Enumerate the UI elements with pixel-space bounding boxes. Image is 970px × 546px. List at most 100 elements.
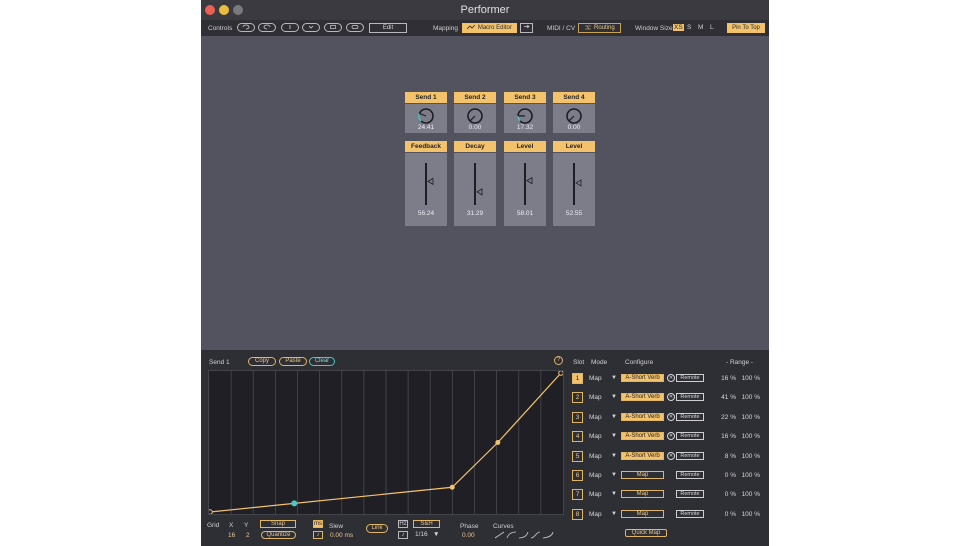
range-max[interactable]: 100 % bbox=[740, 491, 760, 498]
grid-y-value[interactable]: 2 bbox=[246, 532, 250, 539]
clear-button[interactable]: Clear bbox=[309, 357, 335, 366]
window-size-s[interactable]: S bbox=[687, 24, 691, 31]
quantize-button[interactable]: Quantize bbox=[261, 531, 296, 539]
slot-number[interactable]: 2 bbox=[572, 392, 583, 403]
slot-mode[interactable]: Map bbox=[589, 472, 602, 479]
linear-curve-icon[interactable] bbox=[494, 531, 505, 539]
send-4-knob[interactable]: 0.00 bbox=[553, 104, 595, 133]
curve-point-3[interactable] bbox=[449, 484, 455, 490]
slot-target-button[interactable]: A-Short Verb bbox=[621, 393, 664, 401]
dropdown-control-button[interactable] bbox=[302, 23, 320, 32]
slot-mode[interactable]: Map bbox=[589, 394, 602, 401]
note-rate-toggle[interactable]: ♪ bbox=[398, 531, 408, 539]
fader-4-slider[interactable]: 52.55 bbox=[553, 153, 595, 226]
slot-target-button[interactable]: A-Short Verb bbox=[621, 413, 664, 421]
chevron-down-icon[interactable]: ▼ bbox=[611, 414, 617, 420]
chevron-down-icon[interactable]: ▼ bbox=[611, 472, 617, 478]
paste-button[interactable]: Paste bbox=[279, 357, 307, 366]
routing-button[interactable]: Routing bbox=[578, 23, 621, 33]
remote-button[interactable]: Remote bbox=[676, 432, 704, 440]
fader-handle[interactable] bbox=[427, 177, 434, 186]
undo-control-button[interactable] bbox=[237, 23, 255, 32]
curve-point-1[interactable] bbox=[207, 509, 213, 515]
slot-mode[interactable]: Map bbox=[589, 414, 602, 421]
range-min[interactable]: 16 % bbox=[716, 375, 736, 382]
close-icon[interactable]: ✕ bbox=[667, 393, 675, 401]
slot-mode[interactable]: Map bbox=[589, 511, 602, 518]
phase-value[interactable]: 0.00 bbox=[462, 532, 475, 539]
fader-2-slider[interactable]: 31.29 bbox=[454, 153, 496, 226]
slot-mode[interactable]: Map bbox=[589, 453, 602, 460]
send-3-knob[interactable]: 17.32 bbox=[504, 104, 546, 133]
range-max[interactable]: 100 % bbox=[740, 375, 760, 382]
send-1-knob[interactable]: 24.41 bbox=[405, 104, 447, 133]
range-max[interactable]: 100 % bbox=[740, 472, 760, 479]
quick-map-button[interactable]: Quick Map bbox=[625, 529, 667, 537]
note-toggle[interactable]: ♪ bbox=[313, 531, 323, 539]
note-control-button[interactable] bbox=[281, 23, 299, 32]
curve-point-5[interactable] bbox=[558, 370, 564, 376]
ms-toggle[interactable]: ms bbox=[313, 520, 323, 528]
rate-value[interactable]: 1/16 bbox=[415, 531, 428, 538]
hz-toggle[interactable]: Hz bbox=[398, 520, 408, 528]
close-icon[interactable]: ✕ bbox=[667, 413, 675, 421]
chevron-down-icon[interactable]: ▼ bbox=[611, 433, 617, 439]
slot-number[interactable]: 5 bbox=[572, 451, 583, 462]
close-icon[interactable]: ✕ bbox=[667, 452, 675, 460]
macro-editor-button[interactable]: Macro Editor bbox=[462, 23, 517, 33]
remote-button[interactable]: Remote bbox=[676, 374, 704, 382]
range-min[interactable]: 0 % bbox=[716, 511, 736, 518]
redo-control-button[interactable] bbox=[258, 23, 276, 32]
ease-out-curve-icon[interactable] bbox=[518, 531, 529, 539]
link-button[interactable]: Link bbox=[366, 524, 388, 533]
range-min[interactable]: 8 % bbox=[716, 453, 736, 460]
range-min[interactable]: 16 % bbox=[716, 433, 736, 440]
window-size-m[interactable]: M bbox=[698, 24, 703, 31]
slot-number[interactable]: 6 bbox=[572, 470, 583, 481]
ease-in-curve-icon[interactable] bbox=[506, 531, 517, 539]
fader-3-slider[interactable]: 58.01 bbox=[504, 153, 546, 226]
chevron-down-icon[interactable]: ▼ bbox=[611, 453, 617, 459]
range-max[interactable]: 100 % bbox=[740, 414, 760, 421]
slot-target-button[interactable]: A-Short Verb bbox=[621, 374, 664, 382]
curve-point-4[interactable] bbox=[495, 440, 501, 445]
remote-button[interactable]: Remote bbox=[676, 413, 704, 421]
slot-mode[interactable]: Map bbox=[589, 491, 602, 498]
curve-shape-picker[interactable] bbox=[494, 531, 556, 539]
range-max[interactable]: 100 % bbox=[740, 453, 760, 460]
range-min[interactable]: 0 % bbox=[716, 472, 736, 479]
range-max[interactable]: 100 % bbox=[740, 433, 760, 440]
slot-number[interactable]: 7 bbox=[572, 489, 583, 500]
slot-target-button[interactable]: A-Short Verb bbox=[621, 432, 664, 440]
chevron-down-icon[interactable]: ▼ bbox=[611, 394, 617, 400]
range-min[interactable]: 22 % bbox=[716, 414, 736, 421]
slew-value[interactable]: 0.00 ms bbox=[330, 532, 353, 539]
fader-handle[interactable] bbox=[526, 176, 533, 185]
slot-target-button[interactable]: Map bbox=[621, 490, 664, 498]
remote-button[interactable]: Remote bbox=[676, 452, 704, 460]
remote-button[interactable]: Remote bbox=[676, 510, 704, 518]
curve-canvas[interactable] bbox=[207, 370, 564, 515]
slot-number[interactable]: 1 bbox=[572, 373, 583, 384]
range-min[interactable]: 41 % bbox=[716, 394, 736, 401]
snap-button[interactable]: Snap bbox=[260, 520, 296, 528]
pop-out-button[interactable] bbox=[520, 23, 533, 33]
close-icon[interactable]: ✕ bbox=[667, 374, 675, 382]
sample-and-hold-button[interactable]: S&H bbox=[413, 520, 440, 528]
exp-curve-icon[interactable] bbox=[542, 531, 554, 539]
window-size-l[interactable]: L bbox=[710, 24, 714, 31]
chevron-down-icon[interactable]: ▼ bbox=[611, 511, 617, 517]
s-curve-icon[interactable] bbox=[530, 531, 541, 539]
send-2-knob[interactable]: 0.00 bbox=[454, 104, 496, 133]
fader-handle[interactable] bbox=[575, 179, 582, 187]
chevron-down-icon[interactable]: ▼ bbox=[611, 375, 617, 381]
fader-handle[interactable] bbox=[476, 188, 483, 196]
rate-chevron-down-icon[interactable]: ▼ bbox=[433, 531, 439, 538]
edit-button[interactable]: Edit bbox=[369, 23, 407, 33]
slot-mode[interactable]: Map bbox=[589, 375, 602, 382]
slot-number[interactable]: 3 bbox=[572, 412, 583, 423]
slot-number[interactable]: 4 bbox=[572, 431, 583, 442]
remote-button[interactable]: Remote bbox=[676, 490, 704, 498]
help-button[interactable]: ? bbox=[554, 356, 563, 365]
macro-curve-graph[interactable] bbox=[207, 370, 564, 515]
